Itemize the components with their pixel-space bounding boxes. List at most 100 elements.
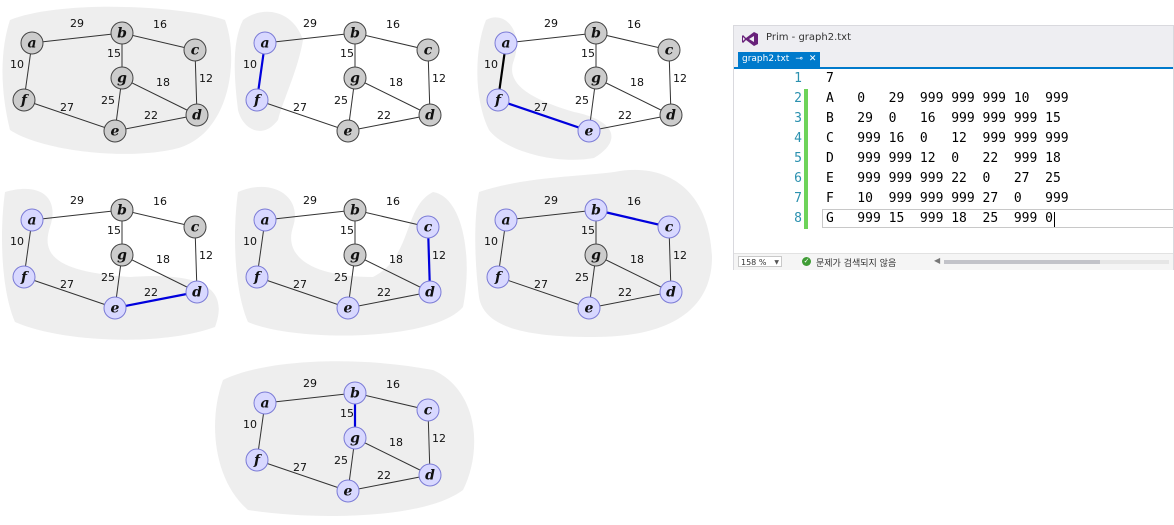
edge-weight-a-f: 10 xyxy=(484,58,498,71)
node-label-b: b xyxy=(117,203,127,219)
edge-weight-g-d: 18 xyxy=(389,436,403,449)
change-marker xyxy=(804,169,808,189)
edge-weight-g-e: 25 xyxy=(575,271,589,284)
edge-weight-a-f: 10 xyxy=(243,418,257,431)
node-label-e: e xyxy=(111,124,120,140)
close-tab-icon[interactable]: ✕ xyxy=(809,52,817,67)
edge-weight-a-b: 29 xyxy=(544,17,558,30)
zoom-dropdown[interactable]: 158 % ▼ xyxy=(738,256,782,267)
edge-weight-b-g: 15 xyxy=(340,224,354,237)
node-label-d: d xyxy=(425,468,435,484)
edge-weight-b-g: 15 xyxy=(581,47,595,60)
horizontal-scrollbar[interactable] xyxy=(944,260,1169,264)
edge-weight-g-e: 25 xyxy=(575,94,589,107)
node-label-a: a xyxy=(260,396,269,412)
tab-graph2-txt[interactable]: graph2.txt ⊸ ✕ xyxy=(738,52,821,67)
edge-weight-e-d: 22 xyxy=(377,469,391,482)
node-label-c: c xyxy=(424,220,433,236)
line-text: F 10 999 999 999 27 0 999 xyxy=(826,191,1069,206)
node-label-d: d xyxy=(192,285,202,301)
change-marker xyxy=(804,149,808,169)
edge-weight-g-e: 25 xyxy=(334,94,348,107)
edge-weight-e-d: 22 xyxy=(618,286,632,299)
edge-weight-a-b: 29 xyxy=(544,194,558,207)
node-label-d: d xyxy=(192,108,202,124)
edge-weight-a-f: 10 xyxy=(243,235,257,248)
edge-weight-b-c: 16 xyxy=(386,378,400,391)
editor-window: Prim - graph2.txt graph2.txt ⊸ ✕ 172A 0 … xyxy=(733,25,1174,270)
prim-step-3: 29 16101518 12272522abcgfed xyxy=(477,17,687,160)
node-label-c: c xyxy=(665,220,674,236)
edge-weight-f-e: 27 xyxy=(293,101,307,114)
node-label-a: a xyxy=(260,213,269,229)
edge-weight-a-f: 10 xyxy=(10,235,24,248)
edge-weight-e-d: 22 xyxy=(618,109,632,122)
edge-weight-b-c: 16 xyxy=(153,195,167,208)
window-title: Prim - graph2.txt xyxy=(766,32,852,43)
edge-weight-a-b: 29 xyxy=(70,194,84,207)
node-label-g: g xyxy=(350,248,360,264)
change-marker xyxy=(804,189,808,209)
prim-step-7: 29 16101518 12272522abcgfed xyxy=(215,361,475,516)
edge-weight-b-c: 16 xyxy=(386,18,400,31)
prim-step-1: 29 16101518 12272522abcgfed xyxy=(2,6,232,154)
edge-weight-f-e: 27 xyxy=(534,101,548,114)
code-line: 8 G 999 15 999 18 25 999 0 xyxy=(734,209,1173,229)
edge-weight-b-g: 15 xyxy=(107,224,121,237)
edge-weight-b-c: 16 xyxy=(153,18,167,31)
line-text: E 999 999 999 22 0 27 25 xyxy=(826,171,1061,186)
scroll-left-arrow[interactable]: ◀ xyxy=(934,256,940,265)
edge-weight-f-e: 27 xyxy=(60,278,74,291)
code-editor[interactable]: 172A 0 29 999 999 999 10 999 3 B 29 0 16 9… xyxy=(734,69,1173,251)
edge-weight-f-e: 27 xyxy=(293,461,307,474)
node-label-e: e xyxy=(111,301,120,317)
edge-weight-a-f: 10 xyxy=(10,58,24,71)
node-label-a: a xyxy=(27,213,36,229)
change-marker xyxy=(804,109,808,129)
zoom-value: 158 % xyxy=(741,258,767,267)
node-label-c: c xyxy=(665,43,674,59)
scrollbar-thumb[interactable] xyxy=(944,260,1100,264)
node-label-g: g xyxy=(117,248,127,264)
code-line: 5 D 999 999 12 0 22 999 18 xyxy=(734,149,1173,169)
pin-icon[interactable]: ⊸ xyxy=(795,52,803,67)
code-line: 7 F 10 999 999 999 27 0 999 xyxy=(734,189,1173,209)
node-label-d: d xyxy=(425,285,435,301)
code-line: 17 xyxy=(734,69,1173,89)
edge-weight-b-g: 15 xyxy=(581,224,595,237)
tab-label: graph2.txt xyxy=(742,54,790,64)
node-label-b: b xyxy=(117,26,127,42)
line-text: A 0 29 999 999 999 10 999 xyxy=(826,91,1069,106)
edge-weight-e-d: 22 xyxy=(377,286,391,299)
edge-weight-b-g: 15 xyxy=(107,47,121,60)
edge-weight-a-b: 29 xyxy=(303,194,317,207)
node-label-c: c xyxy=(191,43,200,59)
prim-steps-diagram: 29 16 10 15 18 12 27 25 22 a b c g f e d 29 16 10 15 18 12 27 2… xyxy=(0,0,720,525)
code-line: 3 B 29 0 16 999 999 999 15 xyxy=(734,109,1173,129)
line-number: 4 xyxy=(794,131,802,146)
node-label-a: a xyxy=(260,36,269,52)
node-label-c: c xyxy=(424,403,433,419)
node-label-e: e xyxy=(344,301,353,317)
edge-weight-a-f: 10 xyxy=(243,58,257,71)
node-label-b: b xyxy=(591,26,601,42)
prim-step-4: 29 16101518 12272522abcgfed xyxy=(2,188,219,340)
edge-a-b xyxy=(505,32,597,44)
line-text: D 999 999 12 0 22 999 18 xyxy=(826,151,1061,166)
change-marker xyxy=(804,209,808,229)
edge-weight-e-d: 22 xyxy=(377,109,391,122)
edge-weight-c-d: 12 xyxy=(432,249,446,262)
node-label-b: b xyxy=(350,26,360,42)
prim-step-5: 29 16101518 12272522abcgfed xyxy=(235,186,467,336)
node-label-a: a xyxy=(501,213,510,229)
edge-weight-c-d: 12 xyxy=(432,72,446,85)
node-label-a: a xyxy=(27,36,36,52)
node-label-d: d xyxy=(425,108,435,124)
edge-weight-f-e: 27 xyxy=(60,101,74,114)
node-label-e: e xyxy=(585,124,594,140)
edge-weight-a-f: 10 xyxy=(484,235,498,248)
chevron-down-icon: ▼ xyxy=(774,259,779,266)
line-text: C 999 16 0 12 999 999 999 xyxy=(826,131,1069,146)
edge-weight-g-e: 25 xyxy=(334,271,348,284)
change-marker xyxy=(804,89,808,109)
